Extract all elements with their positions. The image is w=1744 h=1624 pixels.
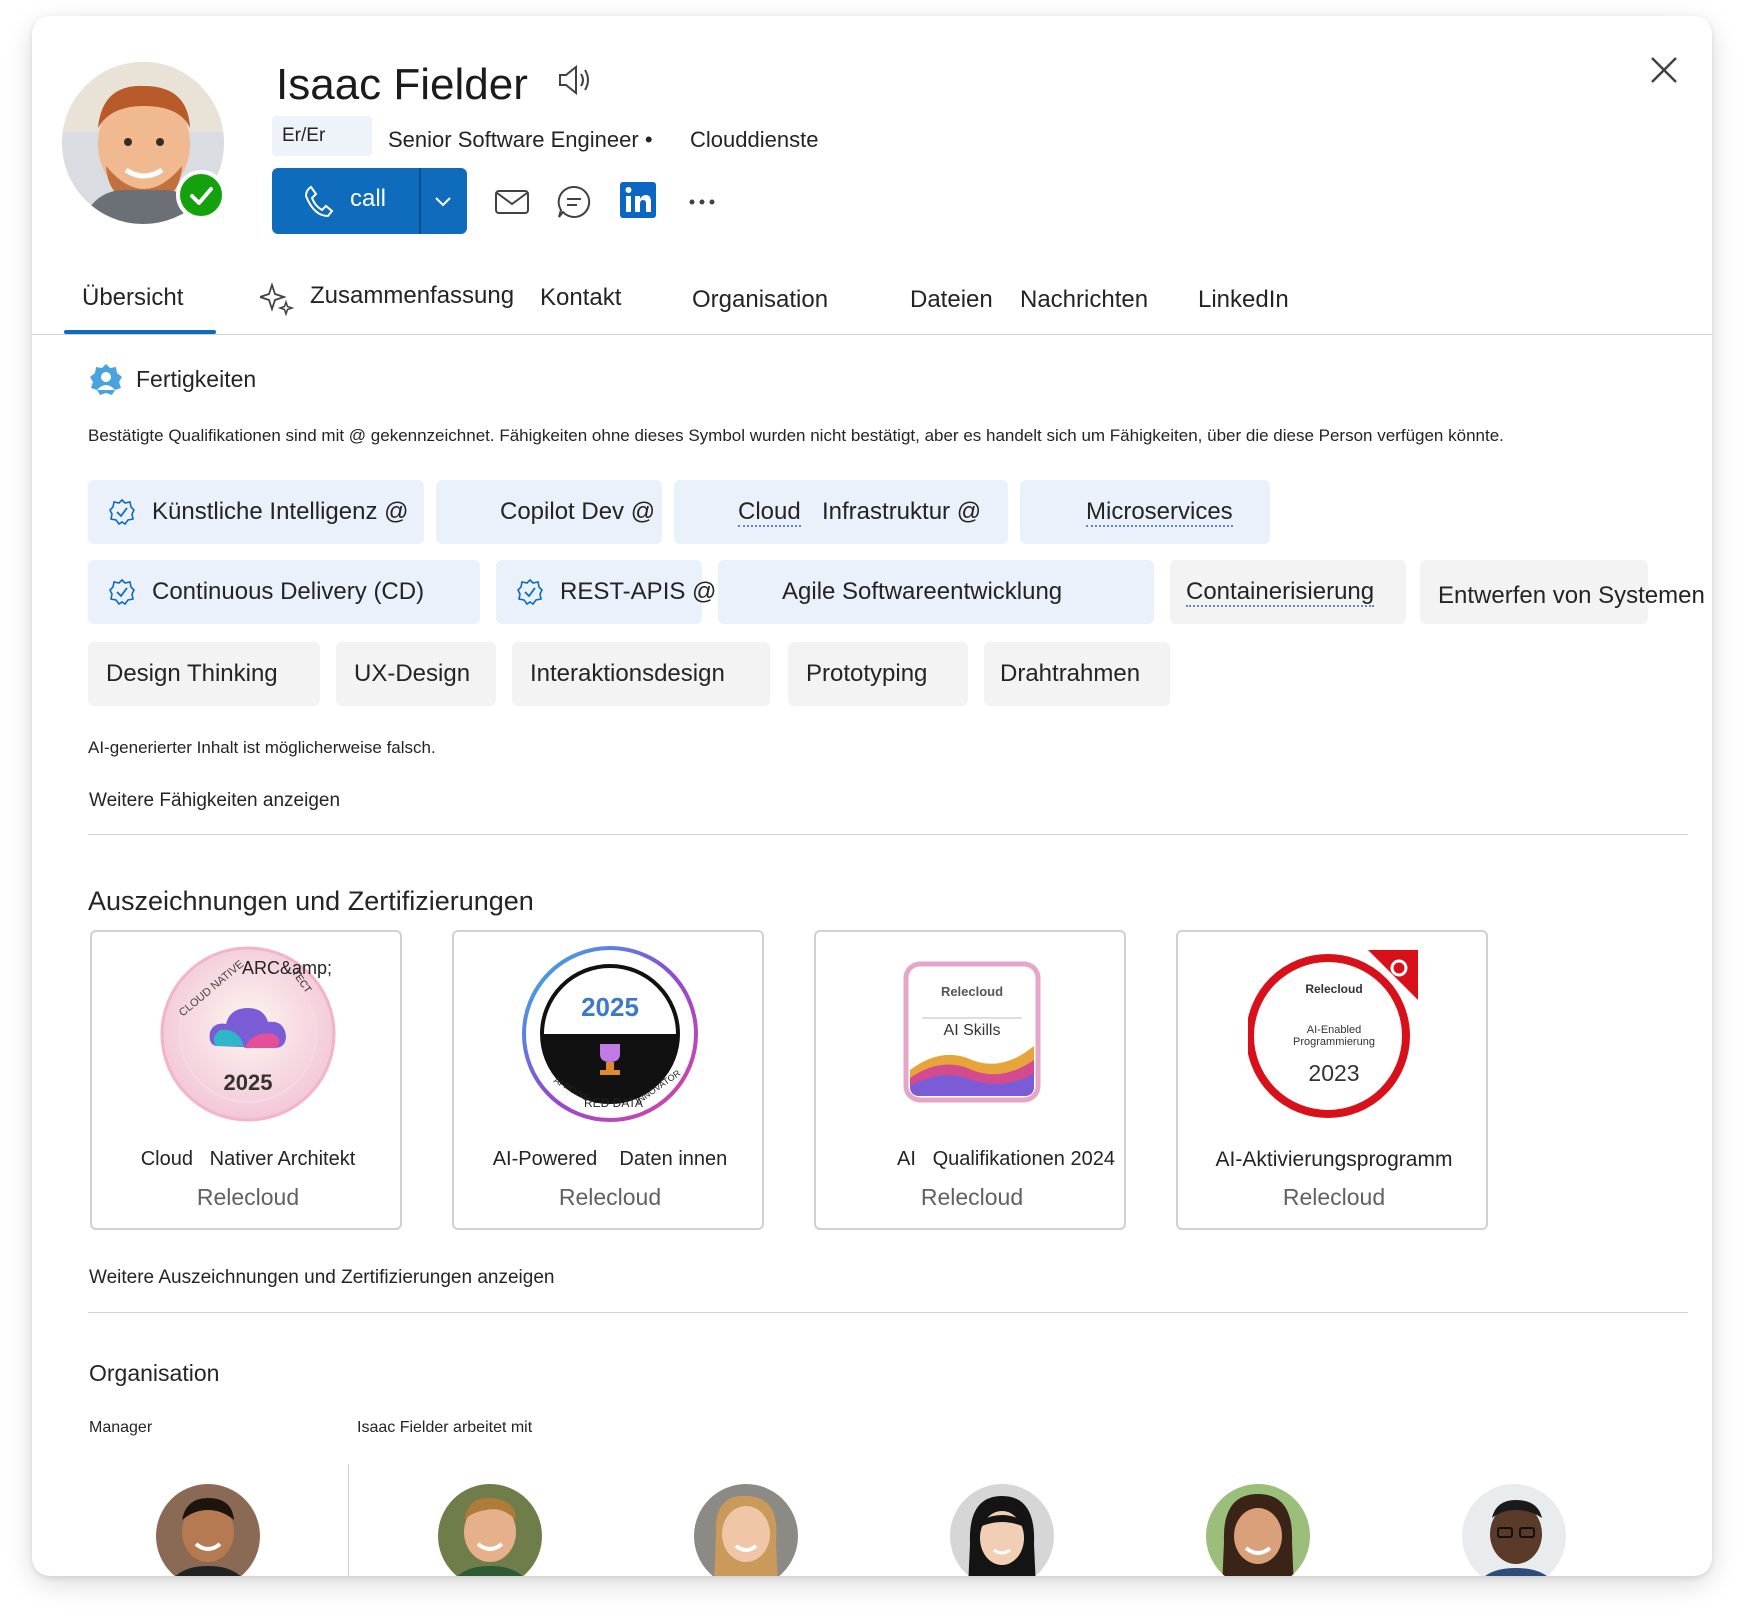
skill-chip[interactable]: Künstliche Intelligenz @	[88, 480, 424, 544]
award-issuer: Relecloud	[196, 1184, 300, 1210]
department[interactable]: Clouddienste	[690, 127, 818, 153]
skill-chip[interactable]: Prototyping	[788, 642, 968, 706]
award-issuer: Relecloud	[558, 1184, 662, 1210]
skill-chip[interactable]: Cloud Infrastruktur @	[674, 480, 1008, 544]
badge-line: Programmierung	[1293, 1036, 1375, 1048]
close-icon[interactable]	[1646, 52, 1682, 88]
skill-label: REST-APIS @	[560, 578, 717, 605]
pronouns-badge: Er/Er	[272, 116, 372, 156]
works-with-label: Isaac Fielder arbeitet mit	[357, 1419, 533, 1436]
verified-icon	[109, 578, 135, 606]
skill-chip[interactable]: Containerisierung	[1170, 560, 1406, 624]
skill-label: UX-Design	[354, 660, 471, 687]
award-card[interactable]: CLOUD NATIVE ARC&amp; TECT 2025 Cloud Na…	[90, 930, 402, 1230]
chevron-down-icon[interactable]	[432, 190, 454, 212]
tab-dateien[interactable]: Dateien	[910, 286, 993, 314]
award-issuer: Relecloud	[920, 1184, 1024, 1210]
badge-brand: Relecloud	[940, 984, 1004, 999]
award-title: AI-Powered Daten innen	[492, 1148, 728, 1170]
tab-organisation[interactable]: Organisation	[692, 286, 828, 314]
badge-year: 2023	[1308, 1060, 1360, 1086]
skill-label: Microservices	[1086, 498, 1233, 527]
skill-chip[interactable]: REST-APIS @	[496, 560, 716, 624]
linkedin-icon[interactable]	[618, 180, 658, 220]
phone-icon	[304, 185, 334, 218]
skill-chip[interactable]: Agile Softwareentwicklung	[718, 560, 1154, 624]
skill-label: Entwerfen von Systemen	[1438, 582, 1705, 609]
divider	[88, 1312, 1688, 1313]
manager-avatar[interactable]	[156, 1484, 260, 1576]
verified-icon	[517, 578, 543, 606]
show-more-awards-link[interactable]: Weitere Auszeichnungen und Zertifizierun…	[89, 1267, 554, 1289]
colleague-avatar[interactable]	[438, 1484, 542, 1576]
tab-linkedin[interactable]: LinkedIn	[1198, 286, 1289, 314]
awards-heading: Auszeichnungen und Zertifizierungen	[88, 886, 534, 916]
skill-label: Drahtrahmen	[1000, 660, 1141, 687]
skill-label: Design Thinking	[106, 660, 278, 687]
colleague-avatar[interactable]	[1462, 1484, 1566, 1576]
manager-label: Manager	[89, 1419, 153, 1436]
skills-heading: Fertigkeiten	[136, 366, 257, 392]
badge-ring-text: ARC&amp;	[242, 958, 333, 978]
profile-name: Isaac Fielder	[276, 60, 528, 109]
skill-chip[interactable]: Microservices	[1020, 480, 1270, 544]
divider	[88, 834, 1688, 835]
chat-icon[interactable]	[554, 182, 594, 222]
award-title: AI Qualifikationen 2024	[897, 1148, 1115, 1170]
skill-label-2: Infrastruktur @	[822, 498, 982, 525]
tab-nachrichten[interactable]: Nachrichten	[1020, 286, 1148, 314]
org-divider	[348, 1464, 349, 1576]
skill-chip[interactable]: Design Thinking	[88, 642, 320, 706]
profile-card: Isaac Fielder Er/Er Senior Software Engi…	[32, 16, 1712, 1576]
more-options-icon[interactable]	[682, 182, 722, 222]
skill-label: Interaktionsdesign	[530, 660, 725, 687]
skill-chip[interactable]: Continuous Delivery (CD)	[88, 560, 480, 624]
skill-label: Künstliche Intelligenz @	[152, 498, 409, 525]
mail-icon[interactable]	[492, 182, 532, 222]
skills-description: Bestätigte Qualifikationen sind mit @ ge…	[88, 426, 1504, 445]
ai-disclaimer: AI-generierter Inhalt ist möglicherweise…	[88, 738, 436, 757]
tabs-divider	[32, 334, 1712, 335]
award-card[interactable]: Relecloud AI Skills AI Qualifikationen 2…	[814, 930, 1126, 1230]
call-label: call	[350, 185, 387, 212]
tab-kontakt[interactable]: Kontakt	[540, 284, 621, 312]
call-button[interactable]: call	[272, 168, 467, 234]
skill-chip[interactable]: Drahtrahmen	[984, 642, 1170, 706]
tab-zusammenfassung[interactable]: Zusammenfassung	[310, 282, 514, 310]
skill-label: Agile Softwareentwicklung	[782, 578, 1063, 605]
skill-chip[interactable]: UX-Design	[336, 642, 496, 706]
badge-year: 2025	[223, 1070, 273, 1095]
skill-label: Prototyping	[806, 660, 928, 687]
speaker-icon[interactable]	[554, 60, 594, 100]
skill-label: Continuous Delivery (CD)	[152, 578, 425, 605]
tab-uebersicht[interactable]: Übersicht	[82, 284, 183, 312]
skill-label: Containerisierung	[1186, 578, 1375, 607]
job-title: Senior Software Engineer •	[388, 127, 653, 152]
presence-available-icon	[176, 170, 226, 220]
skill-chip[interactable]: Copilot Dev @	[436, 480, 662, 544]
award-issuer: Relecloud	[1282, 1184, 1386, 1210]
verified-icon	[109, 498, 135, 526]
show-more-skills-link[interactable]: Weitere Fähigkeiten anzeigen	[89, 790, 340, 812]
skill-chip[interactable]: Entwerfen von Systemen	[1420, 560, 1705, 624]
organisation-heading: Organisation	[89, 1360, 220, 1386]
award-card[interactable]: 2025 AI-POWE RED DATA INNOVATOR AI-Power…	[452, 930, 764, 1230]
colleague-avatar[interactable]	[694, 1484, 798, 1576]
award-card[interactable]: Relecloud AI-Enabled Programmierung 2023…	[1176, 930, 1488, 1230]
skill-label: Copilot Dev @	[500, 498, 656, 525]
badge-brand: Relecloud	[1305, 982, 1363, 996]
skills-icon	[90, 364, 122, 395]
badge-line: AI-Enabled	[1306, 1024, 1362, 1036]
award-title: AI-Aktivierungsprogramm	[1215, 1148, 1453, 1171]
award-title: Cloud Nativer Architekt	[140, 1148, 356, 1170]
badge-name: AI Skills	[943, 1022, 1001, 1039]
badge-year: 2025	[581, 992, 639, 1022]
colleague-avatar[interactable]	[950, 1484, 1054, 1576]
colleague-avatar[interactable]	[1206, 1484, 1310, 1576]
skill-label: Cloud	[738, 498, 801, 527]
skill-chip[interactable]: Interaktionsdesign	[512, 642, 770, 706]
sparkle-icon	[260, 282, 294, 316]
